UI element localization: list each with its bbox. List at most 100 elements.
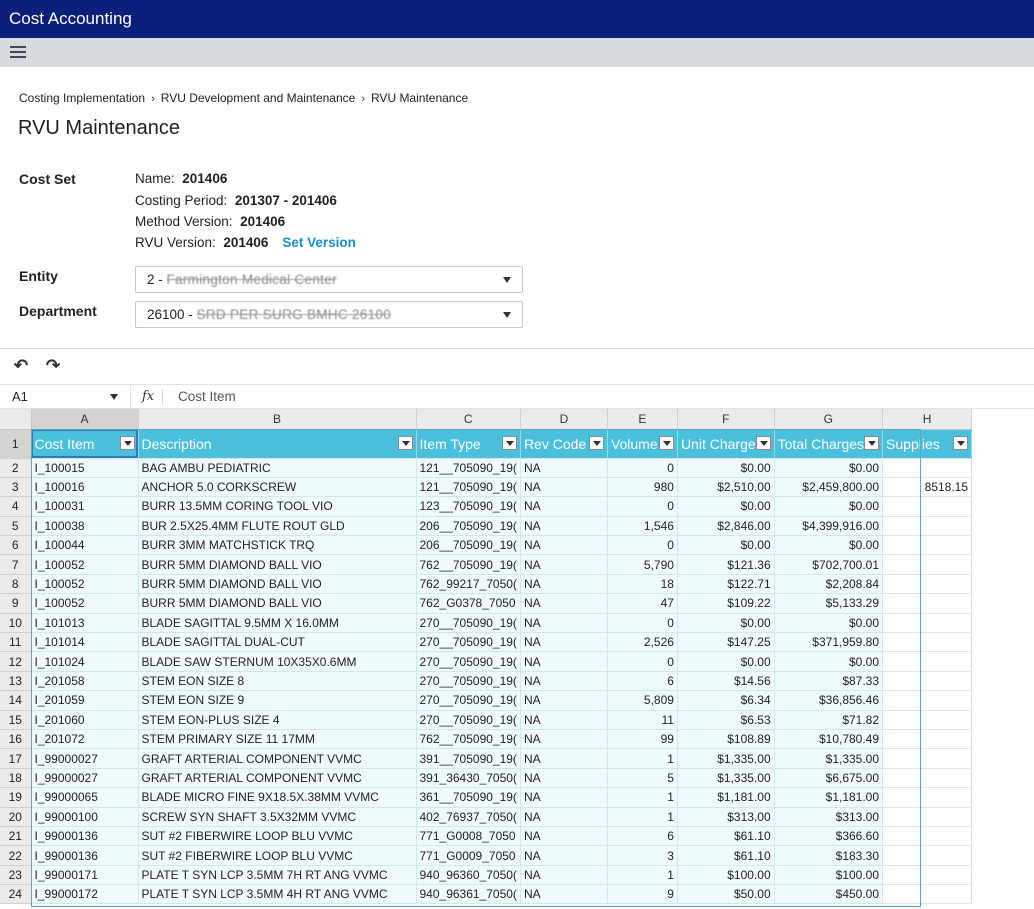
filter-dropdown-icon[interactable] bbox=[119, 435, 135, 450]
table-cell[interactable]: I_99000100 bbox=[31, 807, 139, 827]
table-cell[interactable]: NA bbox=[520, 516, 608, 537]
redo-icon[interactable]: ↷ bbox=[43, 357, 63, 375]
table-cell[interactable]: I_100038 bbox=[31, 516, 139, 537]
row-number[interactable]: 2 bbox=[0, 458, 32, 478]
table-cell[interactable]: 270__705090_19( bbox=[416, 632, 521, 653]
table-cell[interactable]: $14.56 bbox=[677, 671, 775, 692]
table-cell[interactable]: I_99000171 bbox=[31, 865, 139, 886]
table-cell[interactable]: $2,846.00 bbox=[677, 516, 775, 537]
table-cell[interactable]: BLADE SAW STERNUM 10X35X0.6MM bbox=[138, 651, 417, 672]
table-cell[interactable]: 99 bbox=[607, 729, 678, 750]
table-header-cell[interactable]: Total Charges bbox=[774, 429, 884, 459]
table-cell[interactable]: $313.00 bbox=[774, 807, 884, 827]
table-cell[interactable]: STEM EON SIZE 9 bbox=[138, 690, 417, 711]
table-cell[interactable]: $0.00 bbox=[677, 651, 775, 672]
table-cell[interactable]: I_99000027 bbox=[31, 768, 139, 789]
entity-select[interactable]: 2 - Farmington Medical Center bbox=[135, 266, 523, 293]
filter-dropdown-icon[interactable] bbox=[864, 435, 880, 450]
table-cell[interactable]: $121.36 bbox=[677, 554, 775, 575]
table-cell[interactable]: 5 bbox=[607, 768, 678, 789]
table-cell[interactable]: 9 bbox=[607, 884, 678, 905]
table-cell[interactable]: $10,780.49 bbox=[774, 729, 884, 750]
table-cell[interactable] bbox=[882, 865, 973, 886]
table-cell[interactable]: $36,856.46 bbox=[774, 690, 884, 711]
table-cell[interactable] bbox=[882, 787, 973, 808]
table-cell[interactable]: PLATE T SYN LCP 3.5MM 7H RT ANG VVMC bbox=[138, 865, 417, 886]
table-cell[interactable]: NA bbox=[520, 593, 608, 614]
table-cell[interactable]: ANCHOR 5.0 CORKSCREW bbox=[138, 477, 417, 498]
table-cell[interactable]: NA bbox=[520, 496, 608, 517]
table-cell[interactable]: $0.00 bbox=[774, 613, 884, 634]
chevron-down-icon[interactable] bbox=[110, 394, 118, 400]
set-version-link[interactable]: Set Version bbox=[282, 235, 356, 250]
table-cell[interactable]: BURR 13.5MM CORING TOOL VIO bbox=[138, 496, 417, 517]
table-cell[interactable]: $100.00 bbox=[677, 865, 775, 886]
table-cell[interactable]: NA bbox=[520, 807, 608, 827]
table-cell[interactable]: 206__705090_19( bbox=[416, 535, 521, 556]
row-number[interactable]: 14 bbox=[0, 690, 32, 711]
table-header-cell[interactable]: Rev Code bbox=[520, 429, 608, 459]
table-cell[interactable]: $1,335.00 bbox=[677, 748, 775, 769]
table-cell[interactable]: BAG AMBU PEDIATRIC bbox=[138, 458, 417, 478]
table-cell[interactable]: NA bbox=[520, 865, 608, 886]
table-cell[interactable]: NA bbox=[520, 477, 608, 498]
table-cell[interactable]: PLATE T SYN LCP 3.5MM 4H RT ANG VVMC bbox=[138, 884, 417, 905]
table-cell[interactable]: BURR 5MM DIAMOND BALL VIO bbox=[138, 574, 417, 595]
table-cell[interactable]: 1,546 bbox=[607, 516, 678, 537]
table-cell[interactable]: 6 bbox=[607, 671, 678, 692]
row-number[interactable]: 5 bbox=[0, 516, 32, 537]
column-header[interactable]: F bbox=[677, 409, 775, 430]
table-cell[interactable]: $1,335.00 bbox=[677, 768, 775, 789]
row-number[interactable]: 21 bbox=[0, 826, 32, 847]
table-cell[interactable]: I_201059 bbox=[31, 690, 139, 711]
table-cell[interactable]: I_99000172 bbox=[31, 884, 139, 905]
table-cell[interactable]: 270__705090_19( bbox=[416, 690, 521, 711]
table-cell[interactable]: 402_76937_7050( bbox=[416, 807, 521, 827]
table-cell[interactable]: $2,510.00 bbox=[677, 477, 775, 498]
table-cell[interactable] bbox=[882, 516, 973, 537]
table-cell[interactable]: NA bbox=[520, 787, 608, 808]
table-cell[interactable] bbox=[882, 554, 973, 575]
table-cell[interactable]: 391__705090_19( bbox=[416, 748, 521, 769]
table-cell[interactable]: I_201058 bbox=[31, 671, 139, 692]
column-header[interactable]: E bbox=[607, 409, 678, 430]
table-cell[interactable]: $2,208.84 bbox=[774, 574, 884, 595]
table-cell[interactable] bbox=[882, 671, 973, 692]
filter-dropdown-icon[interactable] bbox=[501, 435, 517, 450]
table-cell[interactable]: BURR 3MM MATCHSTICK TRQ bbox=[138, 535, 417, 556]
table-header-cell[interactable]: Item Type bbox=[416, 429, 521, 459]
table-cell[interactable]: NA bbox=[520, 671, 608, 692]
table-cell[interactable]: 47 bbox=[607, 593, 678, 614]
column-header[interactable]: D bbox=[520, 409, 608, 430]
row-number[interactable]: 15 bbox=[0, 710, 32, 730]
table-cell[interactable]: $183.30 bbox=[774, 845, 884, 866]
breadcrumb-item[interactable]: Costing Implementation bbox=[19, 91, 145, 105]
table-cell[interactable]: I_99000136 bbox=[31, 845, 139, 866]
table-cell[interactable]: GRAFT ARTERIAL COMPONENT VVMC bbox=[138, 768, 417, 789]
row-number[interactable]: 22 bbox=[0, 845, 32, 866]
table-cell[interactable]: STEM EON SIZE 8 bbox=[138, 671, 417, 692]
table-cell[interactable]: 361__705090_19( bbox=[416, 787, 521, 808]
table-cell[interactable]: 0 bbox=[607, 496, 678, 517]
table-cell[interactable]: $4,399,916.00 bbox=[774, 516, 884, 537]
row-number[interactable]: 3 bbox=[0, 477, 32, 498]
table-cell[interactable]: 1 bbox=[607, 807, 678, 827]
table-cell[interactable]: 1 bbox=[607, 787, 678, 808]
table-cell[interactable]: I_100031 bbox=[31, 496, 139, 517]
table-cell[interactable]: 940_96360_7050( bbox=[416, 865, 521, 886]
table-cell[interactable]: 1 bbox=[607, 865, 678, 886]
table-cell[interactable]: $0.00 bbox=[677, 535, 775, 556]
table-cell[interactable]: $0.00 bbox=[774, 458, 884, 478]
table-cell[interactable]: I_101024 bbox=[31, 651, 139, 672]
table-cell[interactable]: $1,335.00 bbox=[774, 748, 884, 769]
table-cell[interactable]: $0.00 bbox=[774, 496, 884, 517]
table-cell[interactable]: 121__705090_19( bbox=[416, 477, 521, 498]
row-number[interactable]: 13 bbox=[0, 671, 32, 692]
table-cell[interactable]: STEM EON-PLUS SIZE 4 bbox=[138, 710, 417, 730]
table-cell[interactable]: 2,526 bbox=[607, 632, 678, 653]
table-cell[interactable] bbox=[882, 574, 973, 595]
table-cell[interactable]: NA bbox=[520, 826, 608, 847]
column-header[interactable]: H bbox=[882, 409, 973, 430]
table-cell[interactable]: $100.00 bbox=[774, 865, 884, 886]
table-cell[interactable] bbox=[882, 593, 973, 614]
